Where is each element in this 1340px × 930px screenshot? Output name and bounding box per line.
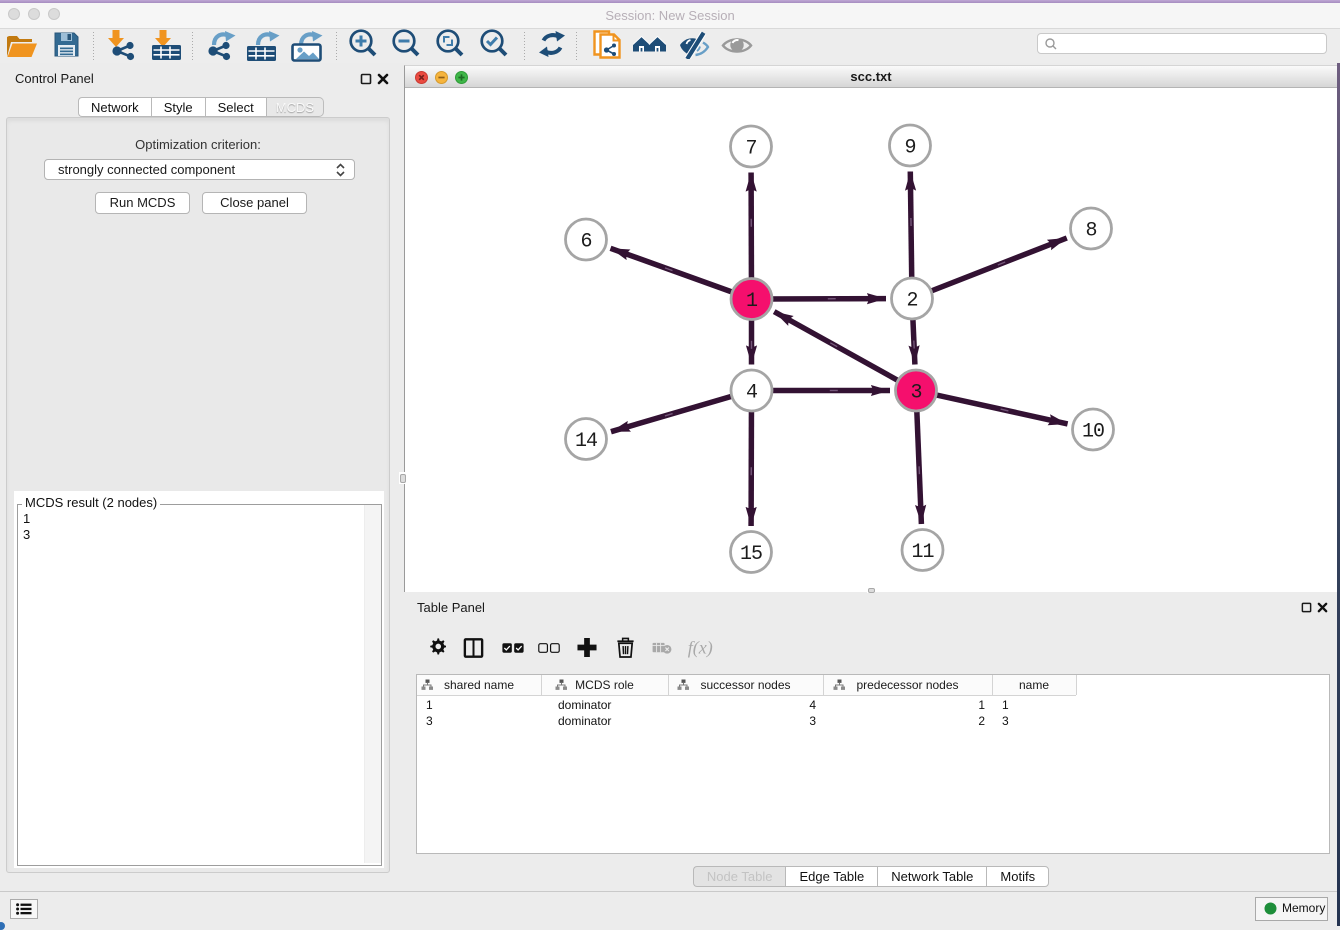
svg-text:11: 11 bbox=[911, 541, 934, 564]
svg-text:15: 15 bbox=[740, 543, 762, 566]
svg-text:4: 4 bbox=[746, 382, 757, 405]
svg-text:7: 7 bbox=[745, 138, 756, 161]
svg-text:1: 1 bbox=[746, 290, 758, 313]
svg-text:3: 3 bbox=[910, 382, 921, 405]
svg-text:f(x): f(x) bbox=[688, 637, 713, 658]
svg-text:14: 14 bbox=[575, 430, 597, 453]
svg-text:10: 10 bbox=[1082, 421, 1104, 444]
svg-text:8: 8 bbox=[1085, 220, 1096, 243]
svg-text:6: 6 bbox=[580, 231, 591, 254]
svg-text:9: 9 bbox=[904, 137, 915, 160]
svg-text:2: 2 bbox=[906, 290, 917, 313]
